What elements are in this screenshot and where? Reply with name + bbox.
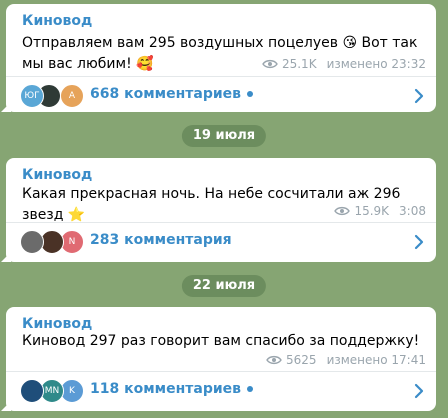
commenter-avatars: MN K bbox=[20, 379, 90, 403]
unread-dot bbox=[247, 386, 254, 392]
chevron-right-icon[interactable] bbox=[412, 88, 426, 104]
eye-icon bbox=[334, 206, 351, 216]
avatar: ЮГ bbox=[20, 84, 44, 108]
message-time: 3:08 bbox=[399, 204, 426, 218]
message-bubble: Киновод Отправляем вам 295 воздушных поц… bbox=[6, 4, 436, 112]
comments-button[interactable]: N 283 комментария bbox=[6, 222, 436, 262]
message-text: Киновод 297 раз говорит вам спасибо за п… bbox=[22, 333, 420, 349]
avatar: А bbox=[60, 84, 84, 108]
message-meta: 15.9K 3:08 bbox=[334, 204, 426, 218]
message-meta: 5625 изменено 17:41 bbox=[266, 353, 426, 367]
commenter-avatars: N bbox=[20, 230, 90, 254]
channel-name[interactable]: Киновод bbox=[22, 13, 92, 29]
comments-count: 283 комментария bbox=[90, 232, 232, 248]
avatar bbox=[20, 230, 44, 254]
comments-button[interactable]: MN K 118 комментариев bbox=[6, 371, 436, 411]
unread-dot bbox=[247, 91, 254, 97]
view-count: 15.9K bbox=[354, 204, 390, 218]
comments-count: 668 комментариев bbox=[90, 86, 254, 102]
eye-icon bbox=[266, 355, 282, 365]
view-count: 5625 bbox=[286, 353, 317, 367]
chevron-right-icon[interactable] bbox=[412, 234, 426, 250]
comments-button[interactable]: ЮГ А 668 комментариев bbox=[6, 76, 436, 116]
date-separator: 22 июля bbox=[181, 275, 267, 297]
view-count: 25.1K bbox=[281, 57, 317, 71]
message-meta: 25.1K изменено 23:32 bbox=[262, 57, 426, 71]
comments-count: 118 комментариев bbox=[90, 381, 254, 397]
message-bubble: Киновод Какая прекрасная ночь. На небе с… bbox=[6, 158, 436, 262]
eye-icon bbox=[262, 59, 278, 69]
commenter-avatars: ЮГ А bbox=[20, 84, 90, 108]
message-time: изменено 17:41 bbox=[326, 353, 426, 367]
chevron-right-icon[interactable] bbox=[412, 383, 426, 399]
message-bubble: Киновод Киновод 297 раз говорит вам спас… bbox=[6, 307, 436, 411]
message-time: изменено 23:32 bbox=[326, 57, 426, 71]
date-separator: 19 июля bbox=[181, 125, 267, 147]
avatar bbox=[20, 379, 44, 403]
channel-name[interactable]: Киновод bbox=[22, 167, 92, 183]
channel-name[interactable]: Киновод bbox=[22, 316, 92, 332]
